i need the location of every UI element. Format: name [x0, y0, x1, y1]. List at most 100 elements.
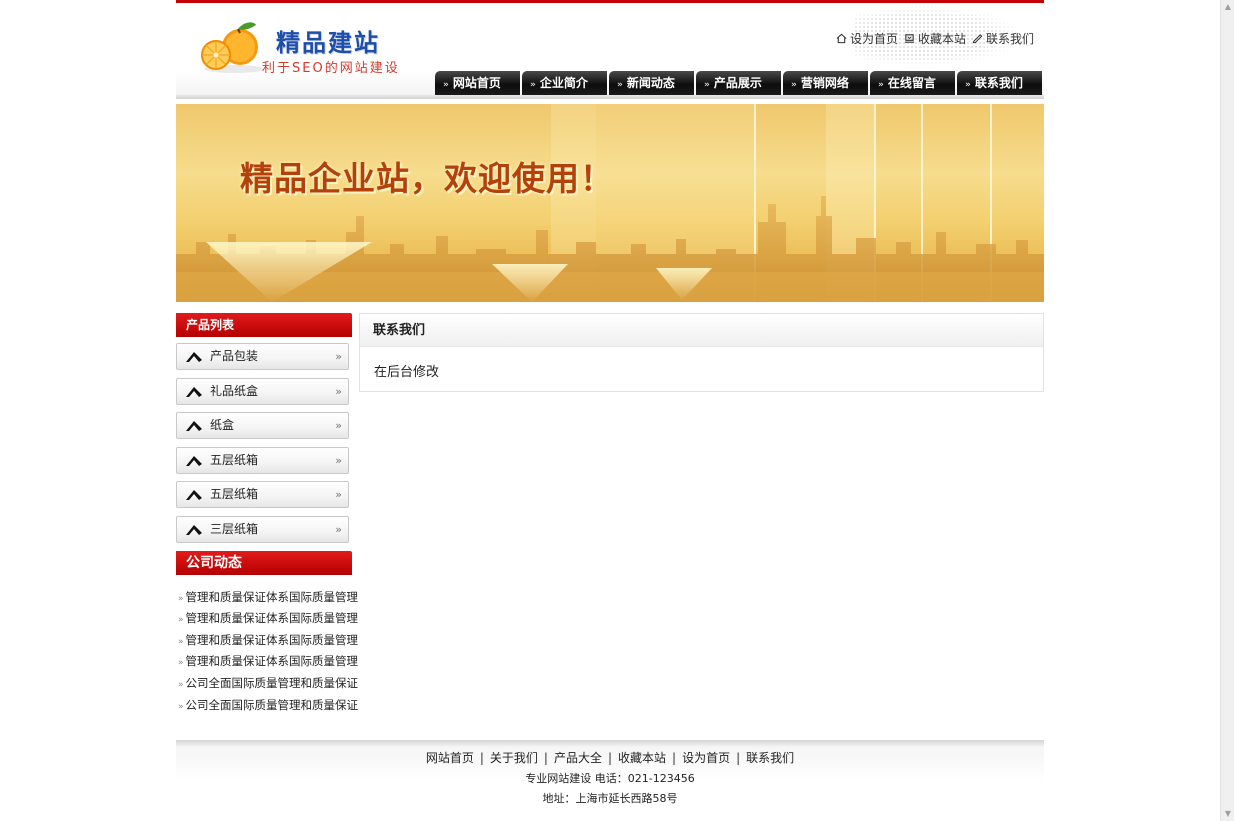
- vertical-scrollbar[interactable]: ▲ ▼: [1220, 0, 1234, 821]
- hero-banner: 精品企业站，欢迎使用！: [176, 104, 1044, 302]
- pen-icon: [186, 455, 202, 466]
- footer-link-set-homepage[interactable]: 设为首页: [682, 751, 730, 765]
- page: 精品建站 利于SEO的网站建设 设为首页 收藏本站 联系我们 » 网站首页 » 企业…: [176, 0, 1044, 810]
- footer-address-line: 地址：上海市延长西路58号: [542, 792, 678, 805]
- contact-us-link[interactable]: 联系我们: [972, 30, 1034, 47]
- chevron-right-icon: »: [335, 350, 342, 363]
- contact-us-label: 联系我们: [985, 32, 1034, 46]
- sidebar: 产品列表 产品包装 » 礼品纸盒 » 纸盒 » 五层纸箱 » 五层纸箱 » 三层…: [176, 313, 358, 717]
- news-item[interactable]: » 公司全面国际质量管理和质量保证: [176, 673, 358, 695]
- footer-separator: |: [672, 751, 677, 765]
- news-item[interactable]: » 管理和质量保证体系国际质量管理: [176, 651, 358, 673]
- nav-chevron-icon: »: [791, 80, 797, 90]
- pen-icon: [186, 352, 202, 362]
- home-icon: [836, 33, 847, 44]
- product-item-label: 五层纸箱: [210, 487, 259, 502]
- product-item-label: 礼品纸盒: [210, 383, 259, 398]
- chevron-right-icon: »: [335, 453, 342, 467]
- footer-separator: |: [479, 751, 484, 765]
- nav-label: 产品展示: [713, 76, 762, 90]
- double-chevron-icon: »: [178, 636, 184, 647]
- chevron-right-icon: »: [335, 419, 342, 433]
- product-item-label: 纸盒: [210, 418, 235, 433]
- nav-chevron-icon: »: [443, 80, 449, 90]
- product-item-label: 五层纸箱: [210, 452, 259, 467]
- pen-icon: [186, 386, 202, 397]
- nav-label: 在线留言: [887, 76, 936, 90]
- double-chevron-icon: »: [178, 593, 184, 604]
- contact-icon: [972, 34, 983, 44]
- pen-icon: [186, 524, 202, 535]
- product-item-five-layer-carton-1[interactable]: 五层纸箱 »: [176, 446, 349, 474]
- pen-icon: [186, 490, 202, 501]
- banner-headline: 精品企业站，欢迎使用！: [240, 159, 614, 198]
- pen-icon: [186, 421, 202, 432]
- product-item-label: 三层纸箱: [210, 521, 259, 536]
- product-item-five-layer-carton-2[interactable]: 五层纸箱 »: [176, 481, 349, 509]
- scroll-down-icon[interactable]: ▼: [1221, 807, 1234, 821]
- nav-guestbook[interactable]: » 在线留言: [870, 71, 955, 96]
- footer-link-bookmark[interactable]: 收藏本站: [618, 751, 666, 765]
- double-chevron-icon: »: [178, 615, 184, 626]
- news-item[interactable]: » 管理和质量保证体系国际质量管理: [176, 587, 358, 609]
- footer-link-home[interactable]: 网站首页: [426, 751, 474, 765]
- set-homepage-link[interactable]: 设为首页: [836, 30, 898, 47]
- company-news-heading: 公司动态: [176, 550, 352, 575]
- nav-chevron-icon: »: [530, 80, 536, 90]
- product-item-label: 产品包装: [210, 349, 259, 363]
- site-header: 精品建站 利于SEO的网站建设 设为首页 收藏本站 联系我们 » 网站首页 » 企业…: [176, 3, 1044, 99]
- main-nav: » 网站首页 » 企业简介 » 新闻动态 » 产品展示 » 营销网络 » 在线留言 » 联系我…: [435, 71, 1042, 96]
- double-chevron-icon: »: [178, 679, 184, 690]
- nav-chevron-icon: »: [965, 80, 971, 90]
- nav-label: 网站首页: [452, 76, 501, 90]
- nav-label: 企业简介: [539, 76, 588, 90]
- nav-marketing[interactable]: » 营销网络: [783, 71, 868, 96]
- product-item-three-layer-carton[interactable]: 三层纸箱 »: [176, 515, 349, 543]
- set-homepage-label: 设为首页: [849, 32, 898, 46]
- double-chevron-icon: »: [178, 701, 184, 712]
- nav-label: 联系我们: [974, 76, 1023, 90]
- nav-contact[interactable]: » 联系我们: [957, 71, 1042, 96]
- footer-separator: |: [736, 751, 741, 765]
- chevron-right-icon: »: [335, 384, 342, 398]
- news-title: 管理和质量保证体系国际质量管理: [185, 632, 359, 647]
- city-skyline-image: [176, 104, 1044, 302]
- news-title: 管理和质量保证体系国际质量管理: [185, 654, 359, 669]
- news-title: 管理和质量保证体系国际质量管理: [185, 589, 359, 604]
- bookmark-site-label: 收藏本站: [917, 32, 966, 46]
- chevron-right-icon: »: [335, 522, 342, 536]
- nav-chevron-icon: »: [878, 80, 884, 90]
- product-list: 产品包装 » 礼品纸盒 » 纸盒 » 五层纸箱 » 五层纸箱 » 三层纸箱 »: [176, 337, 352, 543]
- scroll-up-icon[interactable]: ▲: [1221, 0, 1234, 14]
- orange-logo-icon: [201, 22, 264, 73]
- chevron-right-icon: »: [335, 488, 342, 502]
- nav-home[interactable]: » 网站首页: [435, 71, 520, 96]
- nav-news[interactable]: » 新闻动态: [609, 71, 694, 96]
- logo-subtitle: 利于SEO的网站建设: [262, 61, 400, 76]
- product-item-packaging[interactable]: 产品包装 »: [176, 343, 349, 370]
- nav-chevron-icon: »: [617, 80, 623, 90]
- content-body: 在后台修改: [374, 365, 440, 380]
- content-title: 联系我们: [360, 314, 1043, 347]
- footer-link-products[interactable]: 产品大全: [554, 751, 602, 765]
- bookmark-site-link[interactable]: 收藏本站: [904, 30, 966, 47]
- footer-link-contact[interactable]: 联系我们: [746, 751, 794, 765]
- footer-separator: |: [543, 751, 548, 765]
- news-item[interactable]: » 公司全面国际质量管理和质量保证: [176, 695, 358, 717]
- bookmark-icon: [904, 34, 915, 43]
- footer-separator: |: [607, 751, 613, 765]
- news-title: 管理和质量保证体系国际质量管理: [185, 611, 359, 626]
- product-list-heading: 产品列表: [176, 313, 352, 337]
- product-item-gift-box[interactable]: 礼品纸盒 »: [176, 377, 349, 405]
- news-item[interactable]: » 管理和质量保证体系国际质量管理: [176, 608, 358, 630]
- news-title: 公司全面国际质量管理和质量保证: [185, 697, 359, 712]
- nav-products[interactable]: » 产品展示: [696, 71, 781, 96]
- nav-about[interactable]: » 企业简介: [522, 71, 607, 96]
- news-item[interactable]: » 管理和质量保证体系国际质量管理: [176, 630, 358, 652]
- footer-link-about[interactable]: 关于我们: [490, 751, 538, 765]
- nav-label: 新闻动态: [626, 76, 675, 90]
- nav-chevron-icon: »: [704, 80, 710, 90]
- content-panel: 联系我们 在后台修改: [359, 313, 1044, 392]
- nav-label: 营销网络: [800, 76, 849, 90]
- product-item-paper-box[interactable]: 纸盒 »: [176, 412, 349, 440]
